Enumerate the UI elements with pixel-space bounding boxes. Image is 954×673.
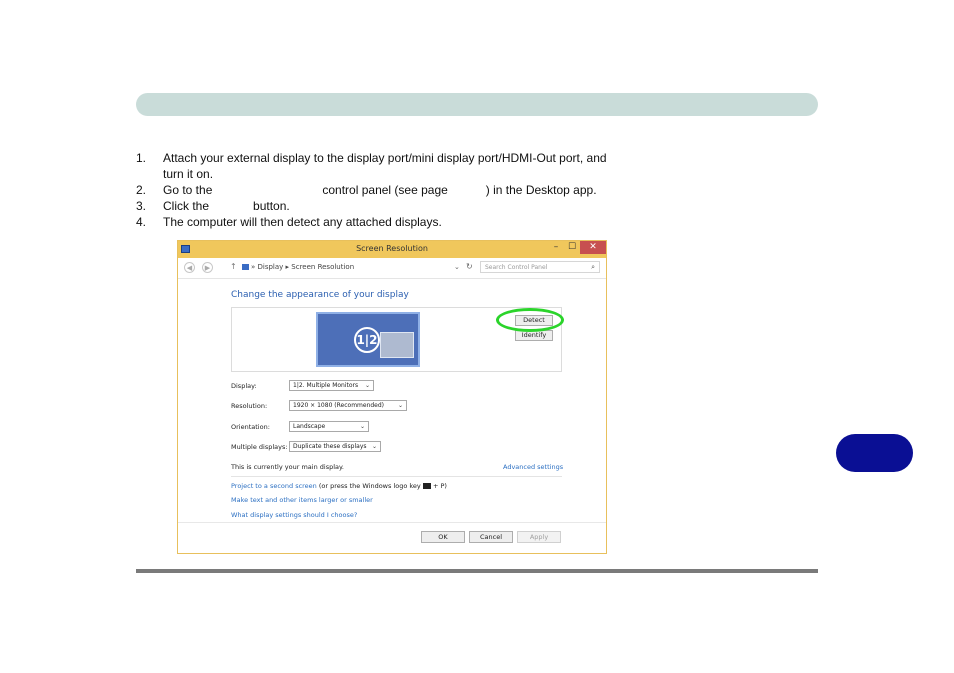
step-text: button.: [253, 199, 290, 213]
step-4: 4. The computer will then detect any att…: [136, 214, 607, 230]
instruction-list: 1. Attach your external display to the d…: [136, 150, 607, 230]
step-text: turn it on.: [163, 167, 214, 181]
orientation-value: Landscape: [293, 423, 326, 430]
window-title: Screen Resolution: [356, 244, 428, 253]
search-icon[interactable]: ⌕: [591, 263, 595, 272]
chapter-tab: [836, 434, 913, 472]
search-input[interactable]: Search Control Panel ⌕: [480, 261, 600, 273]
step-3: 3. Click the button.: [136, 198, 607, 214]
step-text: Attach your external display to the disp…: [163, 151, 607, 165]
minimize-button[interactable]: –: [548, 241, 564, 254]
display-label: Display:: [231, 382, 257, 390]
resolution-select[interactable]: 1920 × 1080 (Recommended) ⌄: [289, 400, 407, 411]
step-number: 2.: [136, 183, 147, 197]
multiple-displays-select[interactable]: Duplicate these displays ⌄: [289, 441, 381, 452]
footer-rule: [136, 569, 818, 573]
breadcrumb[interactable]: » Display ▸ Screen Resolution: [242, 263, 354, 271]
maximize-button[interactable]: ☐: [564, 241, 580, 254]
ok-button[interactable]: OK: [421, 531, 465, 543]
dialog-footer: OK Cancel Apply: [178, 522, 606, 553]
step-text: The computer will then detect any attach…: [163, 215, 442, 229]
step-text: ) in the Desktop app.: [485, 183, 597, 197]
step-text: Go to the: [163, 183, 213, 197]
step-number: 1.: [136, 151, 147, 165]
step-2: 2. Go to the control panel (see page ) in …: [136, 182, 607, 198]
close-button[interactable]: ✕: [580, 241, 606, 254]
back-arrow-icon[interactable]: ◀: [184, 262, 195, 273]
control-panel-icon: [242, 264, 249, 270]
cancel-button[interactable]: Cancel: [469, 531, 513, 543]
up-arrow-icon[interactable]: ↑: [230, 262, 237, 271]
chevron-down-icon: ⌄: [371, 443, 377, 450]
main-display-note: This is currently your main display.: [231, 463, 344, 471]
resolution-label: Resolution:: [231, 402, 268, 410]
advanced-settings-link[interactable]: Advanced settings: [503, 463, 563, 471]
resolution-value: 1920 × 1080 (Recommended): [293, 402, 385, 409]
highlight-circle: [496, 308, 564, 332]
step-number: 3.: [136, 199, 147, 213]
monitor-screen-icon: [380, 332, 414, 358]
windows-logo-icon: [422, 483, 431, 489]
orientation-label: Orientation:: [231, 423, 270, 431]
forward-arrow-icon[interactable]: ▶: [202, 262, 213, 273]
project-note-key: + P): [432, 482, 447, 490]
project-link-row: Project to a second screen (or press the…: [231, 482, 447, 490]
chevron-down-icon: ⌄: [364, 382, 370, 389]
display-value: 1|2. Multiple Monitors: [293, 382, 359, 389]
project-second-screen-link[interactable]: Project to a second screen: [231, 482, 317, 490]
step-number: 4.: [136, 215, 147, 229]
display-select[interactable]: 1|2. Multiple Monitors ⌄: [289, 380, 374, 391]
divider: [231, 476, 562, 477]
page-title: Change the appearance of your display: [231, 290, 409, 300]
header-bar: [136, 93, 818, 116]
search-placeholder: Search Control Panel: [485, 264, 548, 271]
chevron-down-icon: ⌄: [359, 423, 365, 430]
multiple-displays-value: Duplicate these displays: [293, 443, 367, 450]
breadcrumb-text: » Display ▸ Screen Resolution: [251, 263, 355, 271]
text-size-link[interactable]: Make text and other items larger or smal…: [231, 496, 373, 504]
project-note: (or press the Windows logo key: [318, 482, 421, 490]
apply-button[interactable]: Apply: [517, 531, 561, 543]
multiple-displays-label: Multiple displays:: [231, 443, 288, 451]
title-bar: Screen Resolution – ☐ ✕: [178, 241, 606, 258]
step-1: 1. Attach your external display to the d…: [136, 150, 607, 166]
monitor-number: 1|2: [354, 327, 380, 353]
chevron-down-icon[interactable]: ⌄: [454, 263, 460, 271]
refresh-icon[interactable]: ↻: [466, 262, 473, 271]
chevron-down-icon: ⌄: [397, 402, 403, 409]
address-bar: ◀ ▶ ↑ » Display ▸ Screen Resolution ⌄ ↻ …: [178, 258, 606, 279]
step-text: Click the: [163, 199, 210, 213]
screen-resolution-window: Screen Resolution – ☐ ✕ ◀ ▶ ↑ » Display …: [177, 240, 607, 554]
help-link[interactable]: What display settings should I choose?: [231, 511, 357, 519]
monitor-graphic[interactable]: 1|2: [316, 312, 420, 367]
step-text: control panel (see page: [322, 183, 448, 197]
orientation-select[interactable]: Landscape ⌄: [289, 421, 369, 432]
step-1-continued: turn it on.: [136, 166, 607, 182]
